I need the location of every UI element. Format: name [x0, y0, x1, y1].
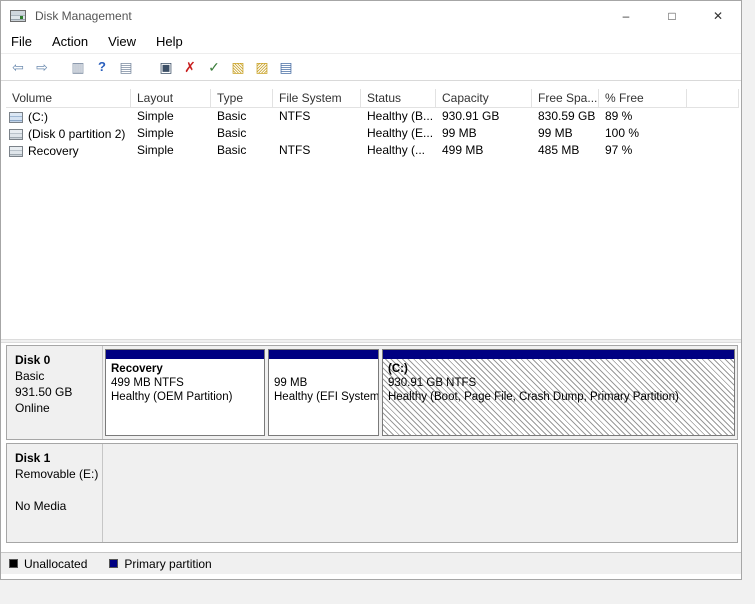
refresh-icon[interactable]: ▧ [226, 56, 250, 78]
titlebar: Disk Management – □ ✕ [1, 1, 741, 31]
toolbar: ⇦ ⇨ ▥ ? ▤ ▣ ✗ ✓ ▧ ▨ ▤ [1, 53, 741, 81]
legend-bar: Unallocated Primary partition [1, 552, 741, 574]
header-type[interactable]: Type [211, 89, 273, 108]
properties-icon[interactable]: ▣ [154, 56, 178, 78]
window-controls: – □ ✕ [603, 1, 741, 31]
header-free-space[interactable]: Free Spa... [532, 89, 599, 108]
disk-1-row: Disk 1 Removable (E:) No Media [6, 443, 738, 543]
minimize-button[interactable]: – [603, 1, 649, 31]
volume-row-c[interactable]: (C:) Simple Basic NTFS Healthy (B... 930… [6, 108, 739, 125]
header-filler [687, 89, 739, 108]
check-icon[interactable]: ✓ [202, 56, 226, 78]
volume-icon [9, 128, 23, 140]
volume-list: Volume Layout Type File System Status Ca… [1, 81, 741, 339]
disk-0-partitions: Recovery 499 MB NTFS Healthy (OEM Partit… [103, 346, 737, 439]
disk-name: Disk 0 [15, 353, 51, 367]
rescan-icon[interactable]: ▨ [250, 56, 274, 78]
header-status[interactable]: Status [361, 89, 436, 108]
legend-unallocated: Unallocated [9, 557, 87, 571]
back-icon[interactable]: ⇦ [6, 56, 30, 78]
menu-action[interactable]: Action [42, 31, 98, 53]
menubar: File Action View Help [1, 31, 741, 53]
header-volume[interactable]: Volume [6, 89, 131, 108]
window-bottom-padding [1, 574, 741, 579]
window-title: Disk Management [35, 9, 132, 23]
partition-color-bar [106, 350, 264, 359]
volume-name: Recovery [28, 144, 79, 158]
disk-type: Removable (E:) [15, 467, 99, 481]
header-file-system[interactable]: File System [273, 89, 361, 108]
partition-efi[interactable]: 99 MB Healthy (EFI System [268, 349, 379, 436]
close-button[interactable]: ✕ [695, 1, 741, 31]
disk-1-panel[interactable]: Disk 1 Removable (E:) No Media [7, 444, 103, 542]
primary-partition-swatch [109, 559, 119, 568]
header-pct-free[interactable]: % Free [599, 89, 687, 108]
legend-primary-partition: Primary partition [109, 557, 212, 571]
disk-size [15, 482, 100, 498]
partition-c[interactable]: (C:) 930.91 GB NTFS Healthy (Boot, Page … [382, 349, 735, 436]
disk-status: No Media [15, 499, 67, 513]
details-icon[interactable]: ▤ [274, 56, 298, 78]
volume-row-partition2[interactable]: (Disk 0 partition 2) Simple Basic Health… [6, 125, 739, 142]
forward-icon[interactable]: ⇨ [30, 56, 54, 78]
disk-0-row: Disk 0 Basic 931.50 GB Online Recovery 4… [6, 345, 738, 440]
disk-1-media-area [103, 444, 737, 542]
delete-icon[interactable]: ✗ [178, 56, 202, 78]
menu-file[interactable]: File [1, 31, 42, 53]
menu-view[interactable]: View [98, 31, 146, 53]
volume-list-header: Volume Layout Type File System Status Ca… [6, 89, 739, 108]
help-icon[interactable]: ? [90, 56, 114, 78]
graphical-view: Disk 0 Basic 931.50 GB Online Recovery 4… [1, 343, 741, 552]
volume-name: (C:) [28, 110, 48, 124]
app-icon [10, 10, 26, 22]
partition-color-bar [269, 350, 378, 359]
volume-name: (Disk 0 partition 2) [28, 127, 126, 141]
disk-size: 931.50 GB [15, 385, 73, 399]
partition-recovery[interactable]: Recovery 499 MB NTFS Healthy (OEM Partit… [105, 349, 265, 436]
partition-color-bar [383, 350, 734, 359]
menu-help[interactable]: Help [146, 31, 193, 53]
export-list-icon[interactable]: ▤ [114, 56, 138, 78]
unallocated-swatch [9, 559, 18, 568]
volume-icon [9, 145, 23, 157]
disk-0-panel[interactable]: Disk 0 Basic 931.50 GB Online [7, 346, 103, 439]
disk-management-window: Disk Management – □ ✕ File Action View H… [0, 0, 742, 580]
header-capacity[interactable]: Capacity [436, 89, 532, 108]
disk-type: Basic [15, 369, 45, 383]
header-layout[interactable]: Layout [131, 89, 211, 108]
volume-icon [9, 111, 23, 123]
disk-name: Disk 1 [15, 451, 51, 465]
console-tree-icon[interactable]: ▥ [66, 56, 90, 78]
maximize-button[interactable]: □ [649, 1, 695, 31]
disk-status: Online [15, 401, 50, 415]
volume-row-recovery[interactable]: Recovery Simple Basic NTFS Healthy (... … [6, 142, 739, 159]
